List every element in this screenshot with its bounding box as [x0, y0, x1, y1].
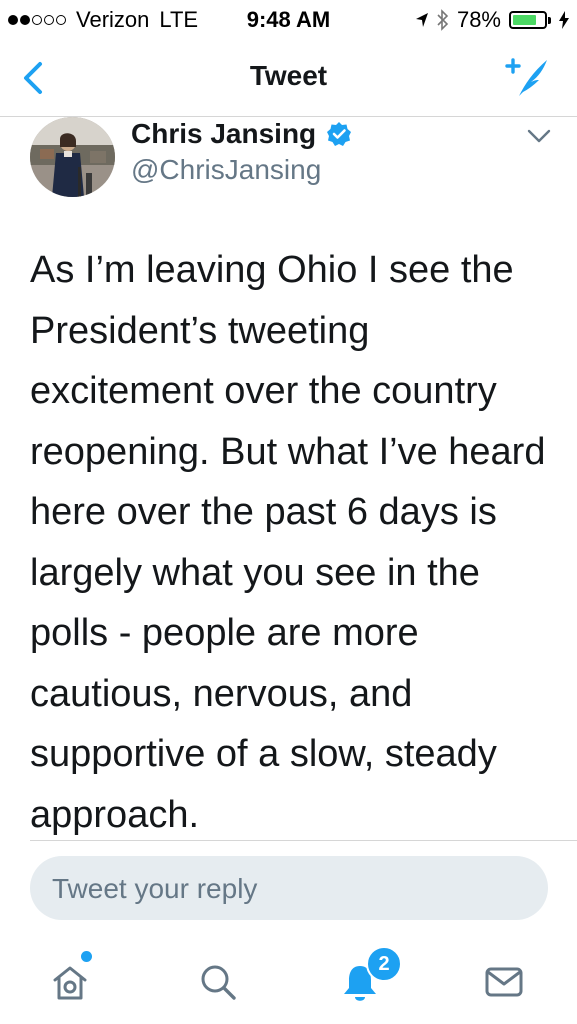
- charging-bolt-icon: [559, 11, 569, 29]
- status-right: 78%: [407, 7, 569, 33]
- avatar[interactable]: [30, 117, 115, 197]
- search-icon[interactable]: [196, 960, 240, 1004]
- divider: [30, 840, 577, 841]
- compose-tweet-icon[interactable]: [503, 54, 555, 100]
- navigation-bar: Tweet: [0, 38, 577, 117]
- notifications-badge: 2: [366, 946, 402, 982]
- page-title: Tweet: [249, 60, 328, 91]
- reply-input[interactable]: Tweet your reply: [30, 856, 548, 920]
- home-icon[interactable]: [48, 960, 92, 1004]
- battery-icon: [509, 11, 551, 29]
- home-unread-dot: [81, 951, 92, 962]
- verified-badge-icon: [327, 122, 352, 146]
- battery-percent: 78%: [456, 7, 501, 32]
- avatar-photo: [30, 117, 115, 197]
- messages-envelope-icon[interactable]: [482, 960, 526, 1004]
- tweet-text: As I’m leaving Ohio I see the President’…: [30, 249, 546, 836]
- bluetooth-icon: [437, 9, 449, 31]
- battery-body: [509, 11, 547, 29]
- caret-down-icon[interactable]: [527, 128, 551, 144]
- author-name-text: Chris Jansing: [131, 118, 317, 149]
- status-bar: Verizon LTE 9:48 AM 78%: [0, 0, 577, 38]
- location-arrow-icon: [415, 13, 428, 27]
- battery-fill: [513, 15, 537, 25]
- battery-tip: [548, 16, 551, 24]
- author-name[interactable]: Chris Jansing: [131, 118, 352, 150]
- reply-placeholder: Tweet your reply: [52, 873, 258, 904]
- author-handle[interactable]: @ChrisJansing: [131, 154, 321, 186]
